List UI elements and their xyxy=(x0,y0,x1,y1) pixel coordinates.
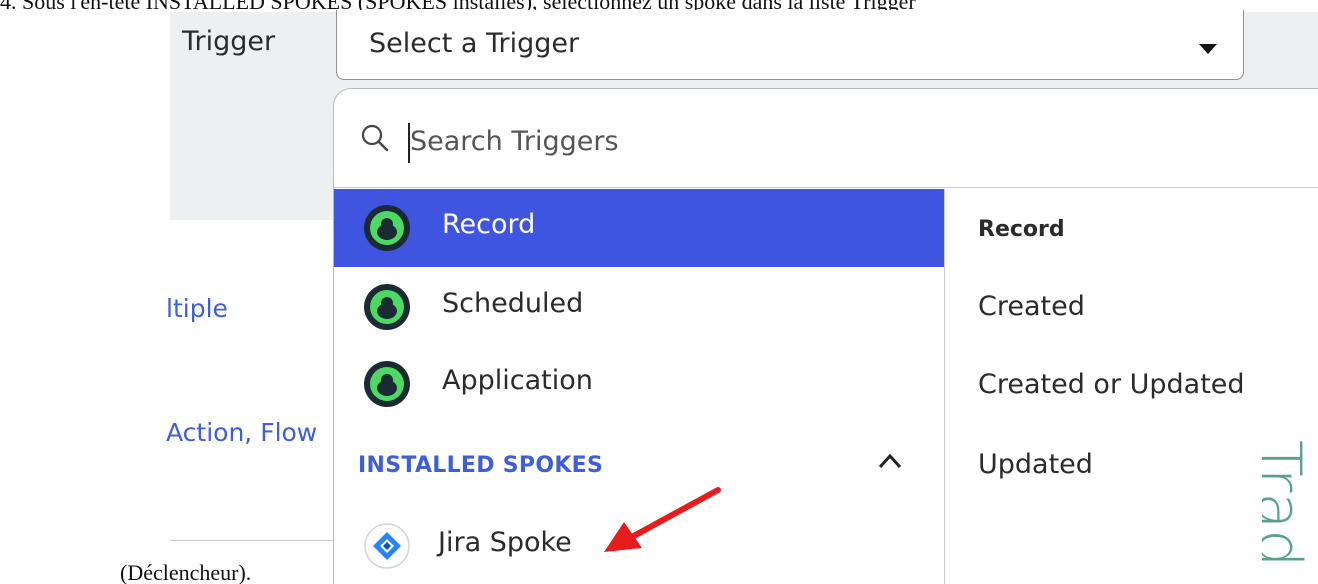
detail-heading: Record xyxy=(978,217,1065,242)
chevron-up-icon[interactable] xyxy=(878,453,902,469)
trigger-dropdown: Record Scheduled Application INSTALLED S… xyxy=(333,88,1318,584)
trigger-label: Trigger xyxy=(182,26,276,57)
trigger-item-scheduled[interactable]: Scheduled xyxy=(334,268,944,346)
background-link-action-flow[interactable]: Action, Flow xyxy=(166,418,334,447)
trigger-type-icon xyxy=(364,284,410,330)
trigger-type-icon xyxy=(364,205,410,251)
trigger-item-label: Scheduled xyxy=(442,288,584,319)
divider xyxy=(170,540,334,541)
background-link-multiple[interactable]: ltiple xyxy=(166,294,228,323)
installed-spokes-label: INSTALLED SPOKES xyxy=(358,453,604,478)
trigger-item-application[interactable]: Application xyxy=(334,345,944,423)
trigger-item-record[interactable]: Record xyxy=(334,189,944,267)
search-bar xyxy=(334,89,1318,188)
jira-icon xyxy=(364,523,410,569)
trigger-item-label: Record xyxy=(442,209,536,240)
annotation-arrow-icon xyxy=(604,487,721,552)
trigger-select-value: Select a Trigger xyxy=(369,28,580,59)
detail-option-updated[interactable]: Updated xyxy=(978,449,1093,480)
trigger-select[interactable]: Select a Trigger xyxy=(336,10,1244,80)
watermark: Trad xyxy=(1262,440,1318,584)
detail-option-created-or-updated[interactable]: Created or Updated xyxy=(978,369,1245,400)
trigger-item-label: Application xyxy=(442,365,593,396)
document-caption-continued: (Déclencheur). xyxy=(120,560,252,584)
search-input[interactable] xyxy=(410,117,1010,165)
detail-option-created[interactable]: Created xyxy=(978,291,1085,322)
trigger-type-icon xyxy=(364,361,410,407)
watermark-text: Trad xyxy=(1262,440,1314,568)
search-icon xyxy=(361,124,389,152)
caret-down-icon xyxy=(1199,44,1217,54)
trigger-item-label: Jira Spoke xyxy=(438,527,572,558)
